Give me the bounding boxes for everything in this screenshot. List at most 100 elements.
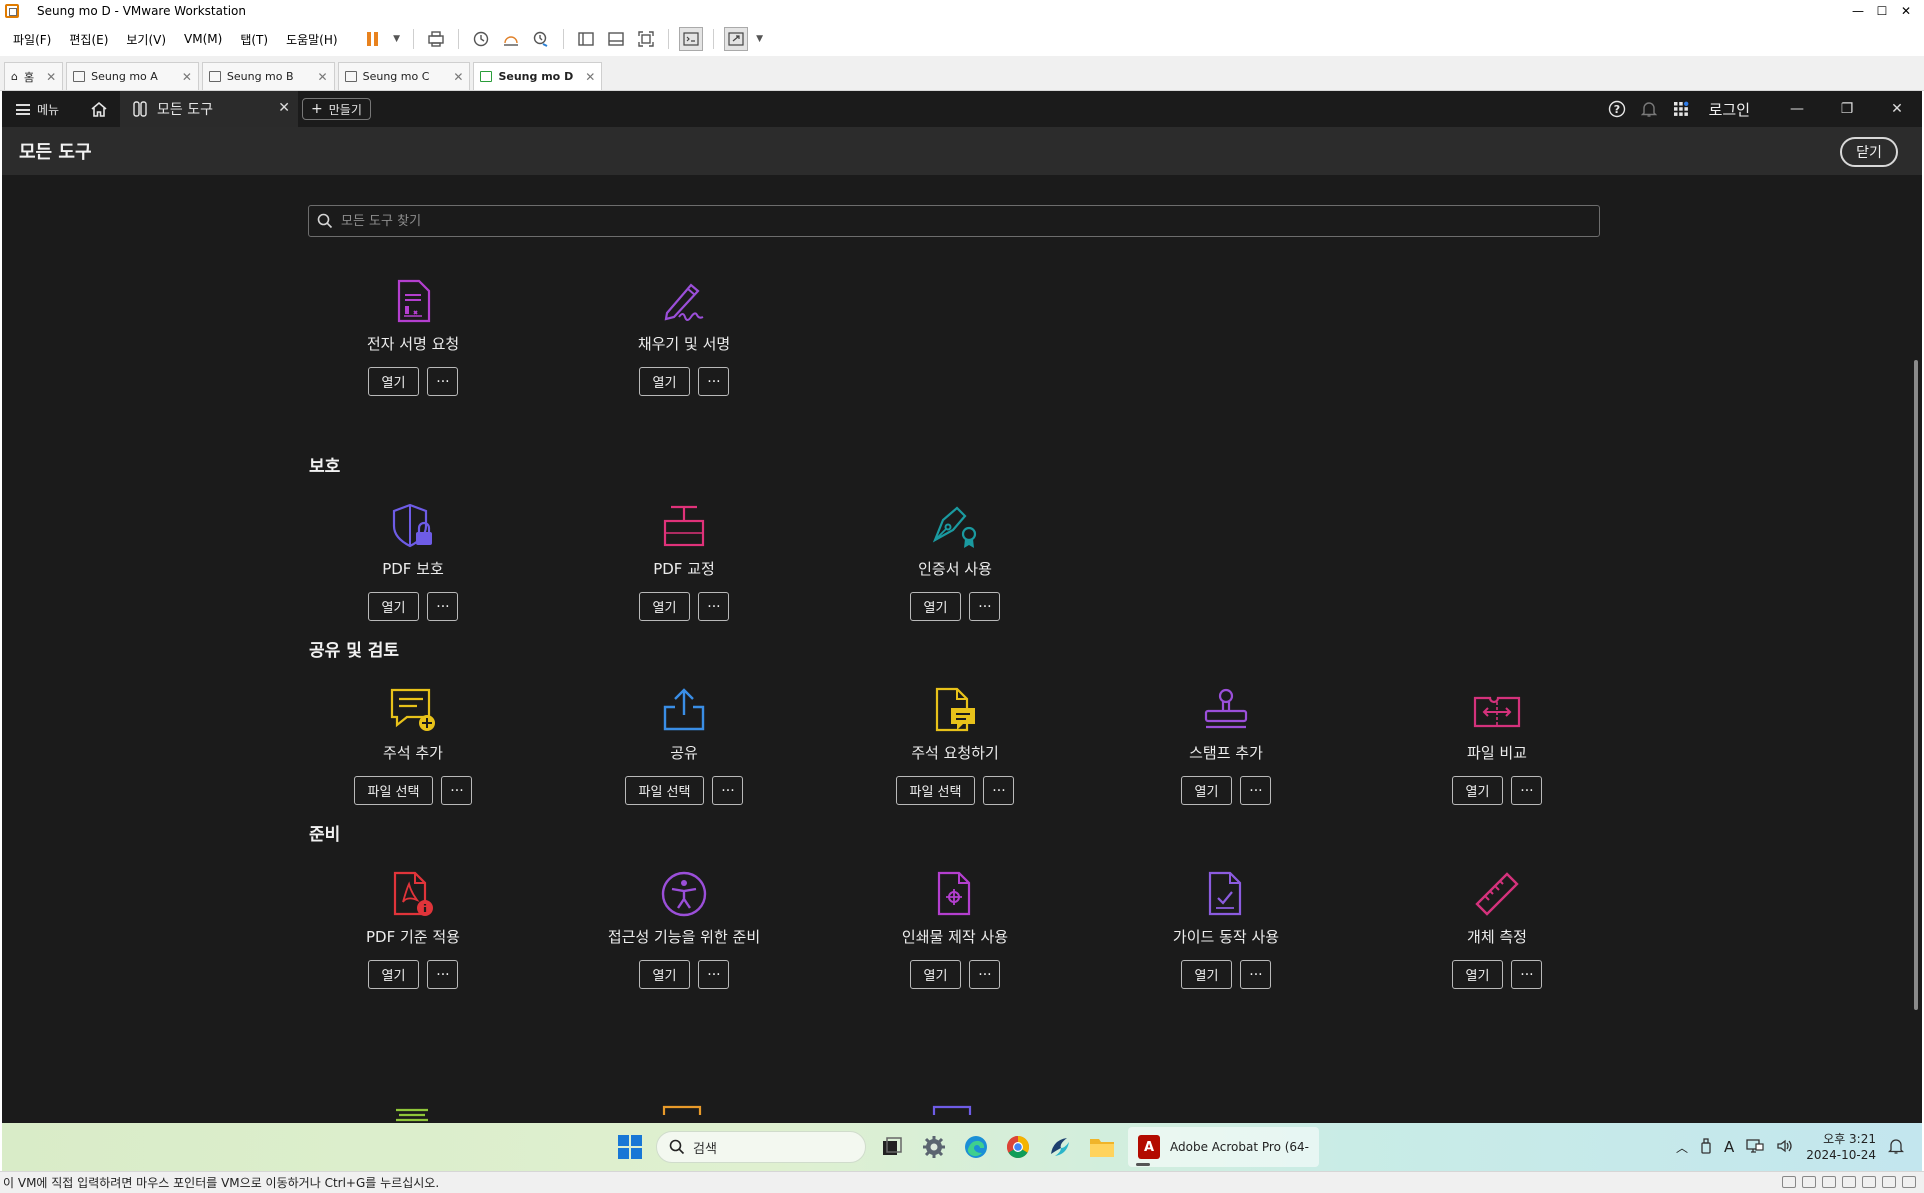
- open-button[interactable]: 열기: [638, 367, 691, 396]
- minimize-button[interactable]: —: [1772, 101, 1822, 117]
- close-icon[interactable]: ✕: [278, 100, 290, 116]
- more-options-button[interactable]: ···: [983, 776, 1015, 805]
- task-view-icon[interactable]: [876, 1131, 908, 1163]
- chevron-down-icon[interactable]: ▼: [754, 27, 766, 51]
- hard-disk-icon[interactable]: [1782, 1176, 1796, 1188]
- tab-all-tools[interactable]: 모든 도구 ✕: [120, 91, 298, 127]
- send-ctrl-alt-del-icon[interactable]: [424, 27, 448, 51]
- tab-home[interactable]: ⌂ 홈 ✕: [4, 62, 64, 90]
- more-options-button[interactable]: ···: [712, 776, 744, 805]
- clock[interactable]: 오후 3:21 2024-10-24: [1806, 1131, 1876, 1163]
- file-explorer-icon[interactable]: [1086, 1131, 1118, 1163]
- home-button[interactable]: [84, 94, 114, 124]
- menu-view[interactable]: 보기(V): [117, 31, 175, 48]
- more-options-button[interactable]: ···: [1511, 960, 1543, 989]
- more-options-button[interactable]: ···: [1511, 776, 1543, 805]
- message-icon[interactable]: [1902, 1176, 1916, 1188]
- start-button[interactable]: [614, 1131, 646, 1163]
- open-button[interactable]: 열기: [638, 960, 691, 989]
- select-file-button[interactable]: 파일 선택: [353, 776, 434, 805]
- open-button[interactable]: 열기: [638, 592, 691, 621]
- maximize-button[interactable]: ☐: [1870, 0, 1894, 22]
- app-icon[interactable]: [1044, 1131, 1076, 1163]
- menu-button[interactable]: 메뉴: [2, 101, 84, 118]
- revert-snapshot-icon[interactable]: [499, 27, 523, 51]
- tab-seung-mo-b[interactable]: Seung mo B ✕: [201, 62, 335, 90]
- snapshot-icon[interactable]: [469, 27, 493, 51]
- chevron-up-icon[interactable]: ︿: [1676, 1139, 1688, 1156]
- open-button[interactable]: 열기: [1180, 960, 1233, 989]
- display-icon[interactable]: [1882, 1176, 1896, 1188]
- close-icon[interactable]: ✕: [585, 70, 595, 84]
- snapshot-manager-icon[interactable]: [529, 27, 553, 51]
- scrollbar[interactable]: [1914, 360, 1918, 1010]
- search-box[interactable]: [308, 205, 1600, 237]
- network-icon[interactable]: [1746, 1138, 1764, 1157]
- thumbnail-bar-icon[interactable]: [604, 27, 628, 51]
- library-view-icon[interactable]: [574, 27, 598, 51]
- cd-drive-icon[interactable]: [1802, 1176, 1816, 1188]
- input-language-icon[interactable]: A: [1724, 1138, 1734, 1156]
- menu-edit[interactable]: 편집(E): [60, 31, 117, 48]
- more-options-button[interactable]: ···: [441, 776, 473, 805]
- chevron-down-icon[interactable]: ▼: [391, 27, 403, 51]
- open-button[interactable]: 열기: [1451, 960, 1504, 989]
- pause-icon[interactable]: [361, 27, 385, 51]
- close-icon[interactable]: ✕: [453, 70, 463, 84]
- menu-tabs[interactable]: 탭(T): [231, 31, 277, 48]
- taskbar-acrobat-app[interactable]: A Adobe Acrobat Pro (64-: [1128, 1127, 1320, 1167]
- select-file-button[interactable]: 파일 선택: [895, 776, 976, 805]
- tab-seung-mo-a[interactable]: Seung mo A ✕: [66, 62, 199, 90]
- edge-browser-icon[interactable]: [960, 1131, 992, 1163]
- usb-drive-icon[interactable]: [1700, 1137, 1712, 1157]
- more-options-button[interactable]: ···: [698, 367, 730, 396]
- close-tools-button[interactable]: 닫기: [1840, 137, 1898, 167]
- usb-controller-icon[interactable]: [1842, 1176, 1856, 1188]
- select-file-button[interactable]: 파일 선택: [624, 776, 705, 805]
- open-button[interactable]: 열기: [1451, 776, 1504, 805]
- bell-icon[interactable]: [1633, 100, 1665, 118]
- more-options-button[interactable]: ···: [698, 592, 730, 621]
- close-icon[interactable]: ✕: [318, 70, 328, 84]
- close-button[interactable]: ✕: [1894, 0, 1918, 22]
- menu-help[interactable]: 도움말(H): [277, 31, 347, 48]
- tab-seung-mo-d[interactable]: Seung mo D ✕: [473, 62, 603, 90]
- taskbar-search[interactable]: 검색: [656, 1131, 866, 1163]
- apps-grid-icon[interactable]: [1665, 101, 1697, 117]
- close-icon[interactable]: ✕: [182, 70, 192, 84]
- console-view-icon[interactable]: [678, 27, 703, 51]
- close-button[interactable]: ✕: [1872, 101, 1922, 117]
- help-icon[interactable]: ?: [1601, 100, 1633, 118]
- settings-gear-icon[interactable]: [918, 1131, 950, 1163]
- search-input[interactable]: [341, 213, 1541, 229]
- login-link[interactable]: 로그인: [1709, 99, 1750, 120]
- notification-bell-icon[interactable]: [1887, 1137, 1905, 1158]
- restore-button[interactable]: ❐: [1822, 101, 1872, 117]
- menu-file[interactable]: 파일(F): [4, 31, 60, 48]
- more-options-button[interactable]: ···: [698, 960, 730, 989]
- sound-card-icon[interactable]: [1862, 1176, 1876, 1188]
- speaker-icon[interactable]: [1776, 1138, 1794, 1157]
- close-icon[interactable]: ✕: [46, 70, 56, 84]
- open-button[interactable]: 열기: [909, 960, 962, 989]
- stretch-guest-icon[interactable]: [723, 27, 748, 51]
- open-button[interactable]: 열기: [909, 592, 962, 621]
- more-options-button[interactable]: ···: [1240, 776, 1272, 805]
- more-options-button[interactable]: ···: [427, 367, 459, 396]
- tab-seung-mo-c[interactable]: Seung mo C ✕: [337, 62, 471, 90]
- full-screen-icon[interactable]: [634, 27, 658, 51]
- open-button[interactable]: 열기: [367, 367, 420, 396]
- network-adapter-icon[interactable]: [1822, 1176, 1836, 1188]
- more-options-button[interactable]: ···: [427, 592, 459, 621]
- more-options-button[interactable]: ···: [969, 960, 1001, 989]
- open-button[interactable]: 열기: [367, 960, 420, 989]
- open-button[interactable]: 열기: [367, 592, 420, 621]
- more-options-button[interactable]: ···: [427, 960, 459, 989]
- open-button[interactable]: 열기: [1180, 776, 1233, 805]
- chrome-icon[interactable]: [1002, 1131, 1034, 1163]
- create-button[interactable]: + 만들기: [302, 98, 371, 120]
- menu-vm[interactable]: VM(M): [175, 32, 231, 46]
- minimize-button[interactable]: —: [1846, 0, 1870, 22]
- more-options-button[interactable]: ···: [1240, 960, 1272, 989]
- more-options-button[interactable]: ···: [969, 592, 1001, 621]
